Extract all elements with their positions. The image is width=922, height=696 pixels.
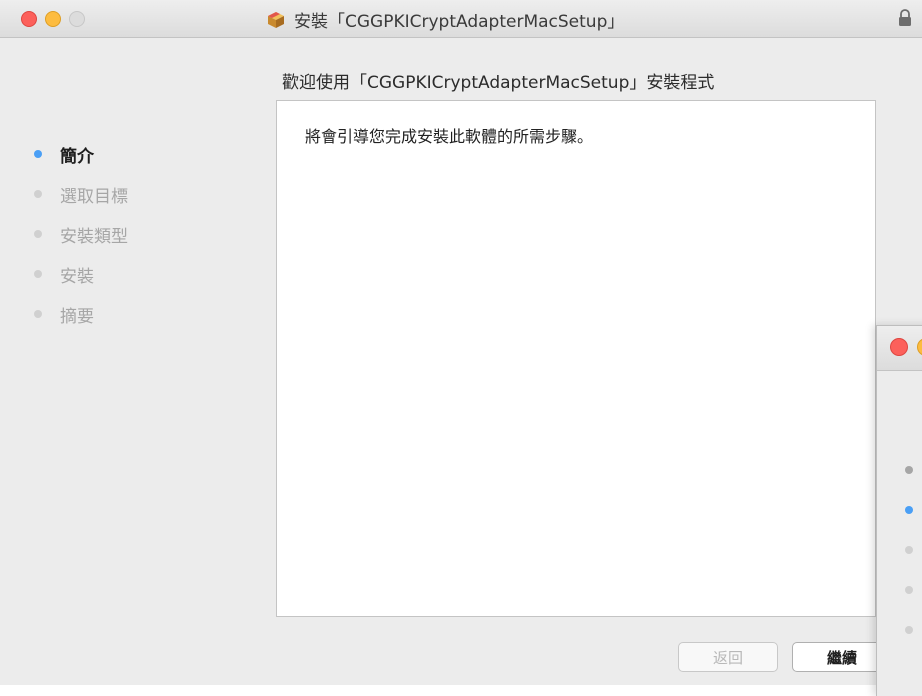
window-title-group: 安裝「CGGPKICryptAdapterMacSetup」 [266, 7, 624, 32]
step-select-destination: 選取目標 [34, 174, 128, 214]
step-label: 選取目標 [60, 186, 128, 207]
step-dot-icon [905, 506, 913, 514]
step-dot-icon [905, 626, 913, 634]
step-label: 安裝 [60, 266, 94, 287]
title-bar[interactable]: 安裝「CGGPKICryptAdapterMacSetup」 [0, 0, 922, 38]
title-bar[interactable] [877, 326, 922, 371]
step-dot-icon [34, 190, 42, 198]
step-dot-icon [34, 310, 42, 318]
step-label: 簡介 [60, 146, 94, 167]
step-dot-icon [34, 270, 42, 278]
package-icon [268, 11, 284, 28]
step-dot-icon [34, 230, 42, 238]
close-button[interactable] [890, 338, 908, 356]
minimize-button[interactable] [917, 338, 922, 356]
installer-steps: 簡介 選取目標 安裝類型 安裝 摘要 [34, 134, 128, 334]
step-label: 安裝類型 [60, 226, 128, 247]
page-heading: 歡迎使用「CGGPKICryptAdapterMacSetup」安裝程式 [282, 73, 715, 93]
step-dot-icon [905, 586, 913, 594]
lock-icon[interactable] [898, 9, 912, 27]
step-label: 摘要 [60, 306, 94, 327]
minimize-button[interactable] [45, 11, 61, 27]
zoom-button[interactable] [69, 11, 85, 27]
background-installer-window[interactable] [876, 325, 922, 696]
intro-text: 將會引導您完成安裝此軟體的所需步驟。 [305, 127, 594, 146]
step-summary: 摘要 [34, 294, 128, 334]
step-installation-type: 安裝類型 [34, 214, 128, 254]
installer-window: 安裝「CGGPKICryptAdapterMacSetup」 歡迎使用「CGGP… [0, 0, 922, 685]
step-dot-icon [905, 466, 913, 474]
close-button[interactable] [21, 11, 37, 27]
step-dot-icon [34, 150, 42, 158]
window-title: 安裝「CGGPKICryptAdapterMacSetup」 [294, 12, 625, 32]
content-panel: 將會引導您完成安裝此軟體的所需步驟。 [276, 100, 876, 617]
step-install: 安裝 [34, 254, 128, 294]
step-intro: 簡介 [34, 134, 128, 174]
back-button[interactable]: 返回 [678, 642, 778, 672]
step-dot-icon [905, 546, 913, 554]
